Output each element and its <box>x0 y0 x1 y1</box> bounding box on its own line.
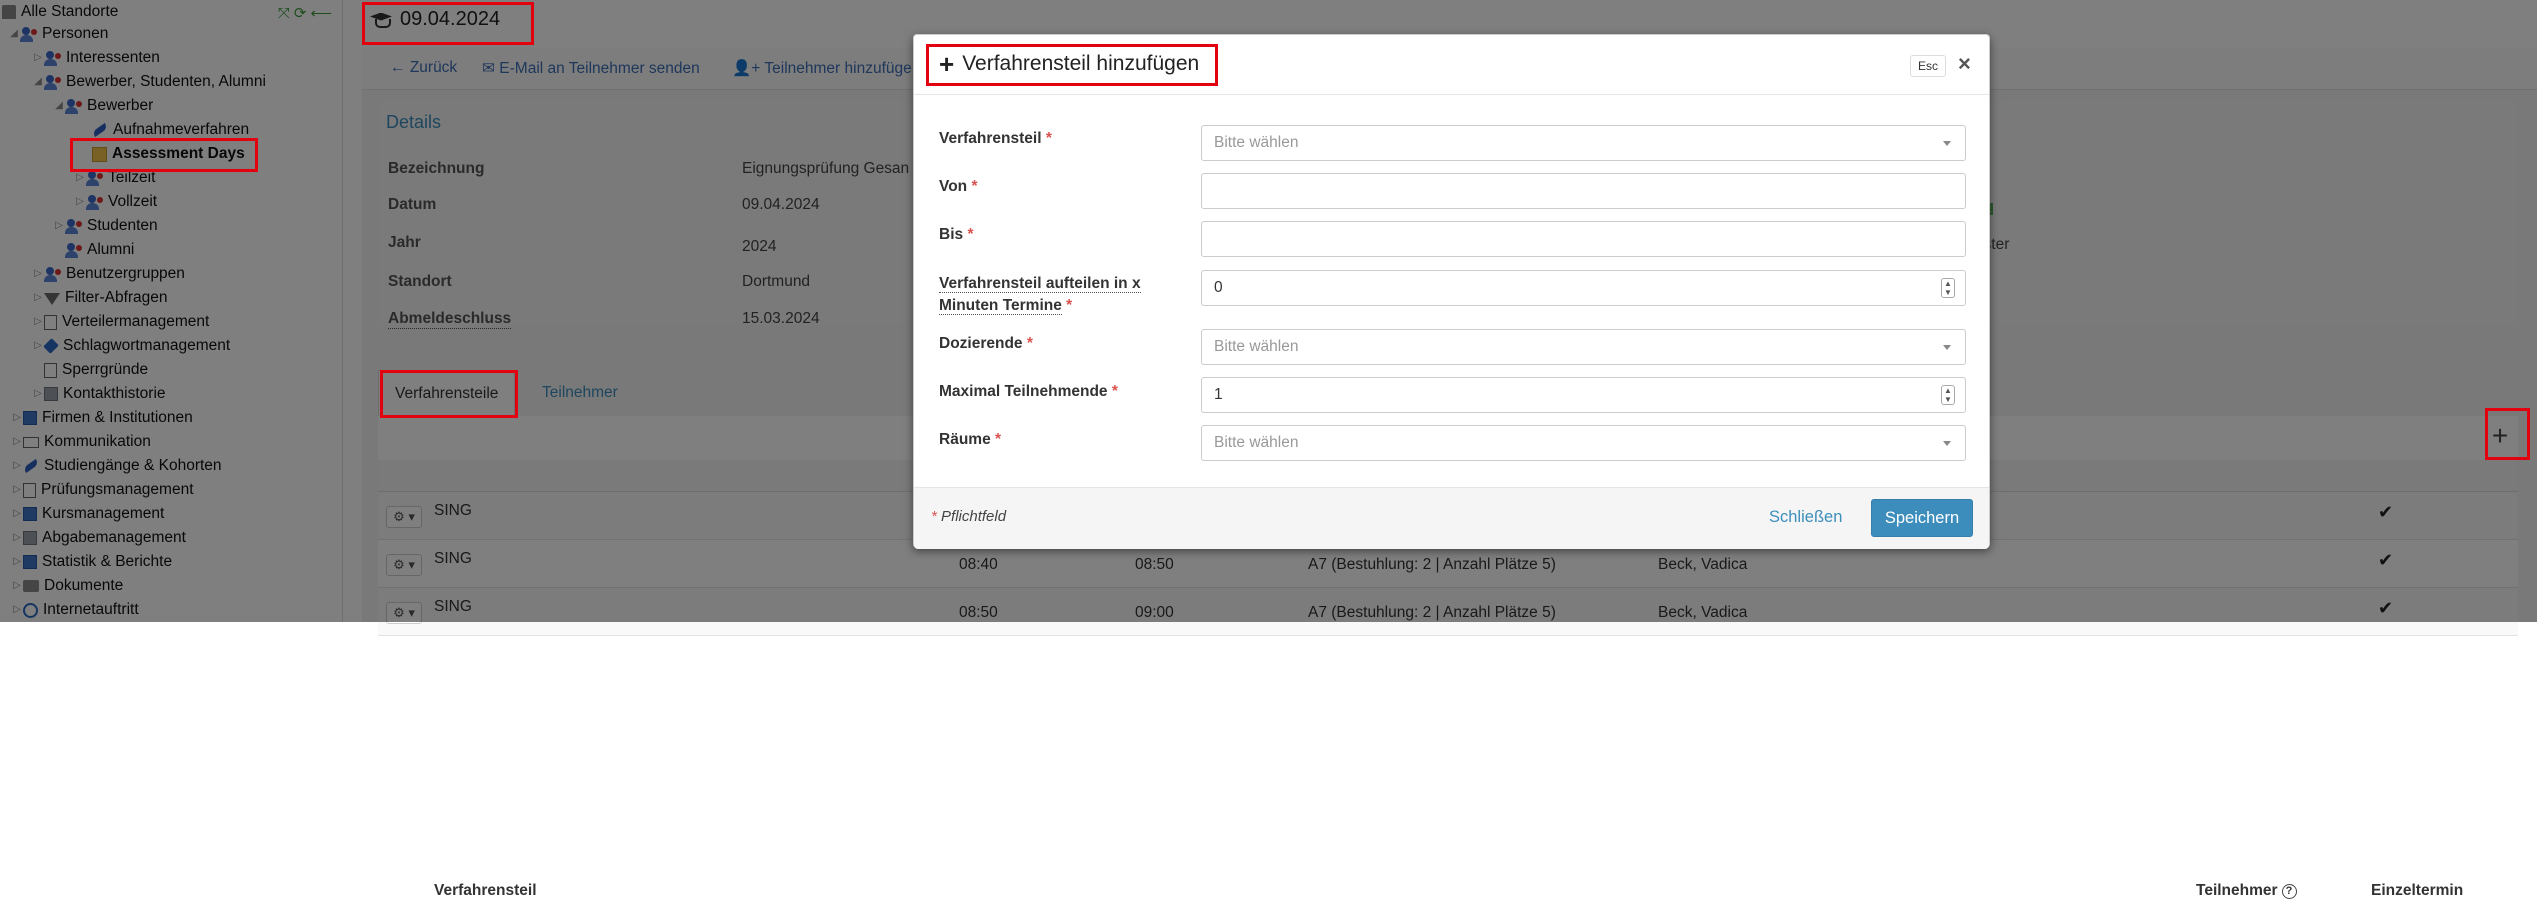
chevron-down-icon <box>1943 441 1951 446</box>
save-button[interactable]: Speichern <box>1871 499 1973 537</box>
close-icon[interactable]: × <box>1958 51 1971 77</box>
column-header-teilnehmer[interactable]: Teilnehmer? <box>2196 882 2297 900</box>
required-field-note: * Pflichtfeld <box>931 508 1007 525</box>
number-spinner-icon[interactable]: ▲ ▼ <box>1941 278 1955 298</box>
column-header-einzeltermin[interactable]: Einzeltermin <box>2371 882 2463 900</box>
dialog-footer: * Pflichtfeld Schließen Speichern <box>914 487 1989 549</box>
verfahrensteil-label: Verfahrensteil * <box>939 130 1052 147</box>
max-participants-label: Maximal Teilnehmende * <box>939 383 1118 400</box>
raeume-label: Räume * <box>939 431 1002 448</box>
dialog-title: + Verfahrensteil hinzufügen <box>939 49 1200 79</box>
close-button[interactable]: Schließen <box>1769 508 1842 527</box>
dozierende-label: Dozierende * <box>939 335 1033 352</box>
split-minutes-input[interactable]: 0 ▲ ▼ <box>1201 270 1966 306</box>
esc-hint-badge: Esc <box>1910 55 1947 77</box>
chevron-down-icon <box>1943 141 1951 146</box>
plus-icon: + <box>939 49 955 79</box>
von-time-input[interactable] <box>1201 173 1966 209</box>
bis-label: Bis * <box>939 226 974 243</box>
von-label: Von * <box>939 178 978 195</box>
split-minutes-label: Verfahrensteil aufteilen in x Minuten Te… <box>939 275 1141 315</box>
help-icon[interactable]: ? <box>2281 884 2297 899</box>
column-header-verfahrensteil[interactable]: Verfahrensteil <box>434 882 537 900</box>
dozierende-select[interactable]: Bitte wählen <box>1201 329 1966 365</box>
add-procedure-dialog: + Verfahrensteil hinzufügen Esc × Verfah… <box>913 34 1990 549</box>
bis-time-input[interactable] <box>1201 221 1966 257</box>
number-spinner-icon[interactable]: ▲ ▼ <box>1941 385 1955 405</box>
max-participants-input[interactable]: 1 ▲ ▼ <box>1201 377 1966 413</box>
chevron-down-icon <box>1943 345 1951 350</box>
raeume-select[interactable]: Bitte wählen <box>1201 425 1966 461</box>
dialog-header: + Verfahrensteil hinzufügen Esc × <box>914 35 1989 95</box>
verfahrensteil-select[interactable]: Bitte wählen <box>1201 125 1966 161</box>
